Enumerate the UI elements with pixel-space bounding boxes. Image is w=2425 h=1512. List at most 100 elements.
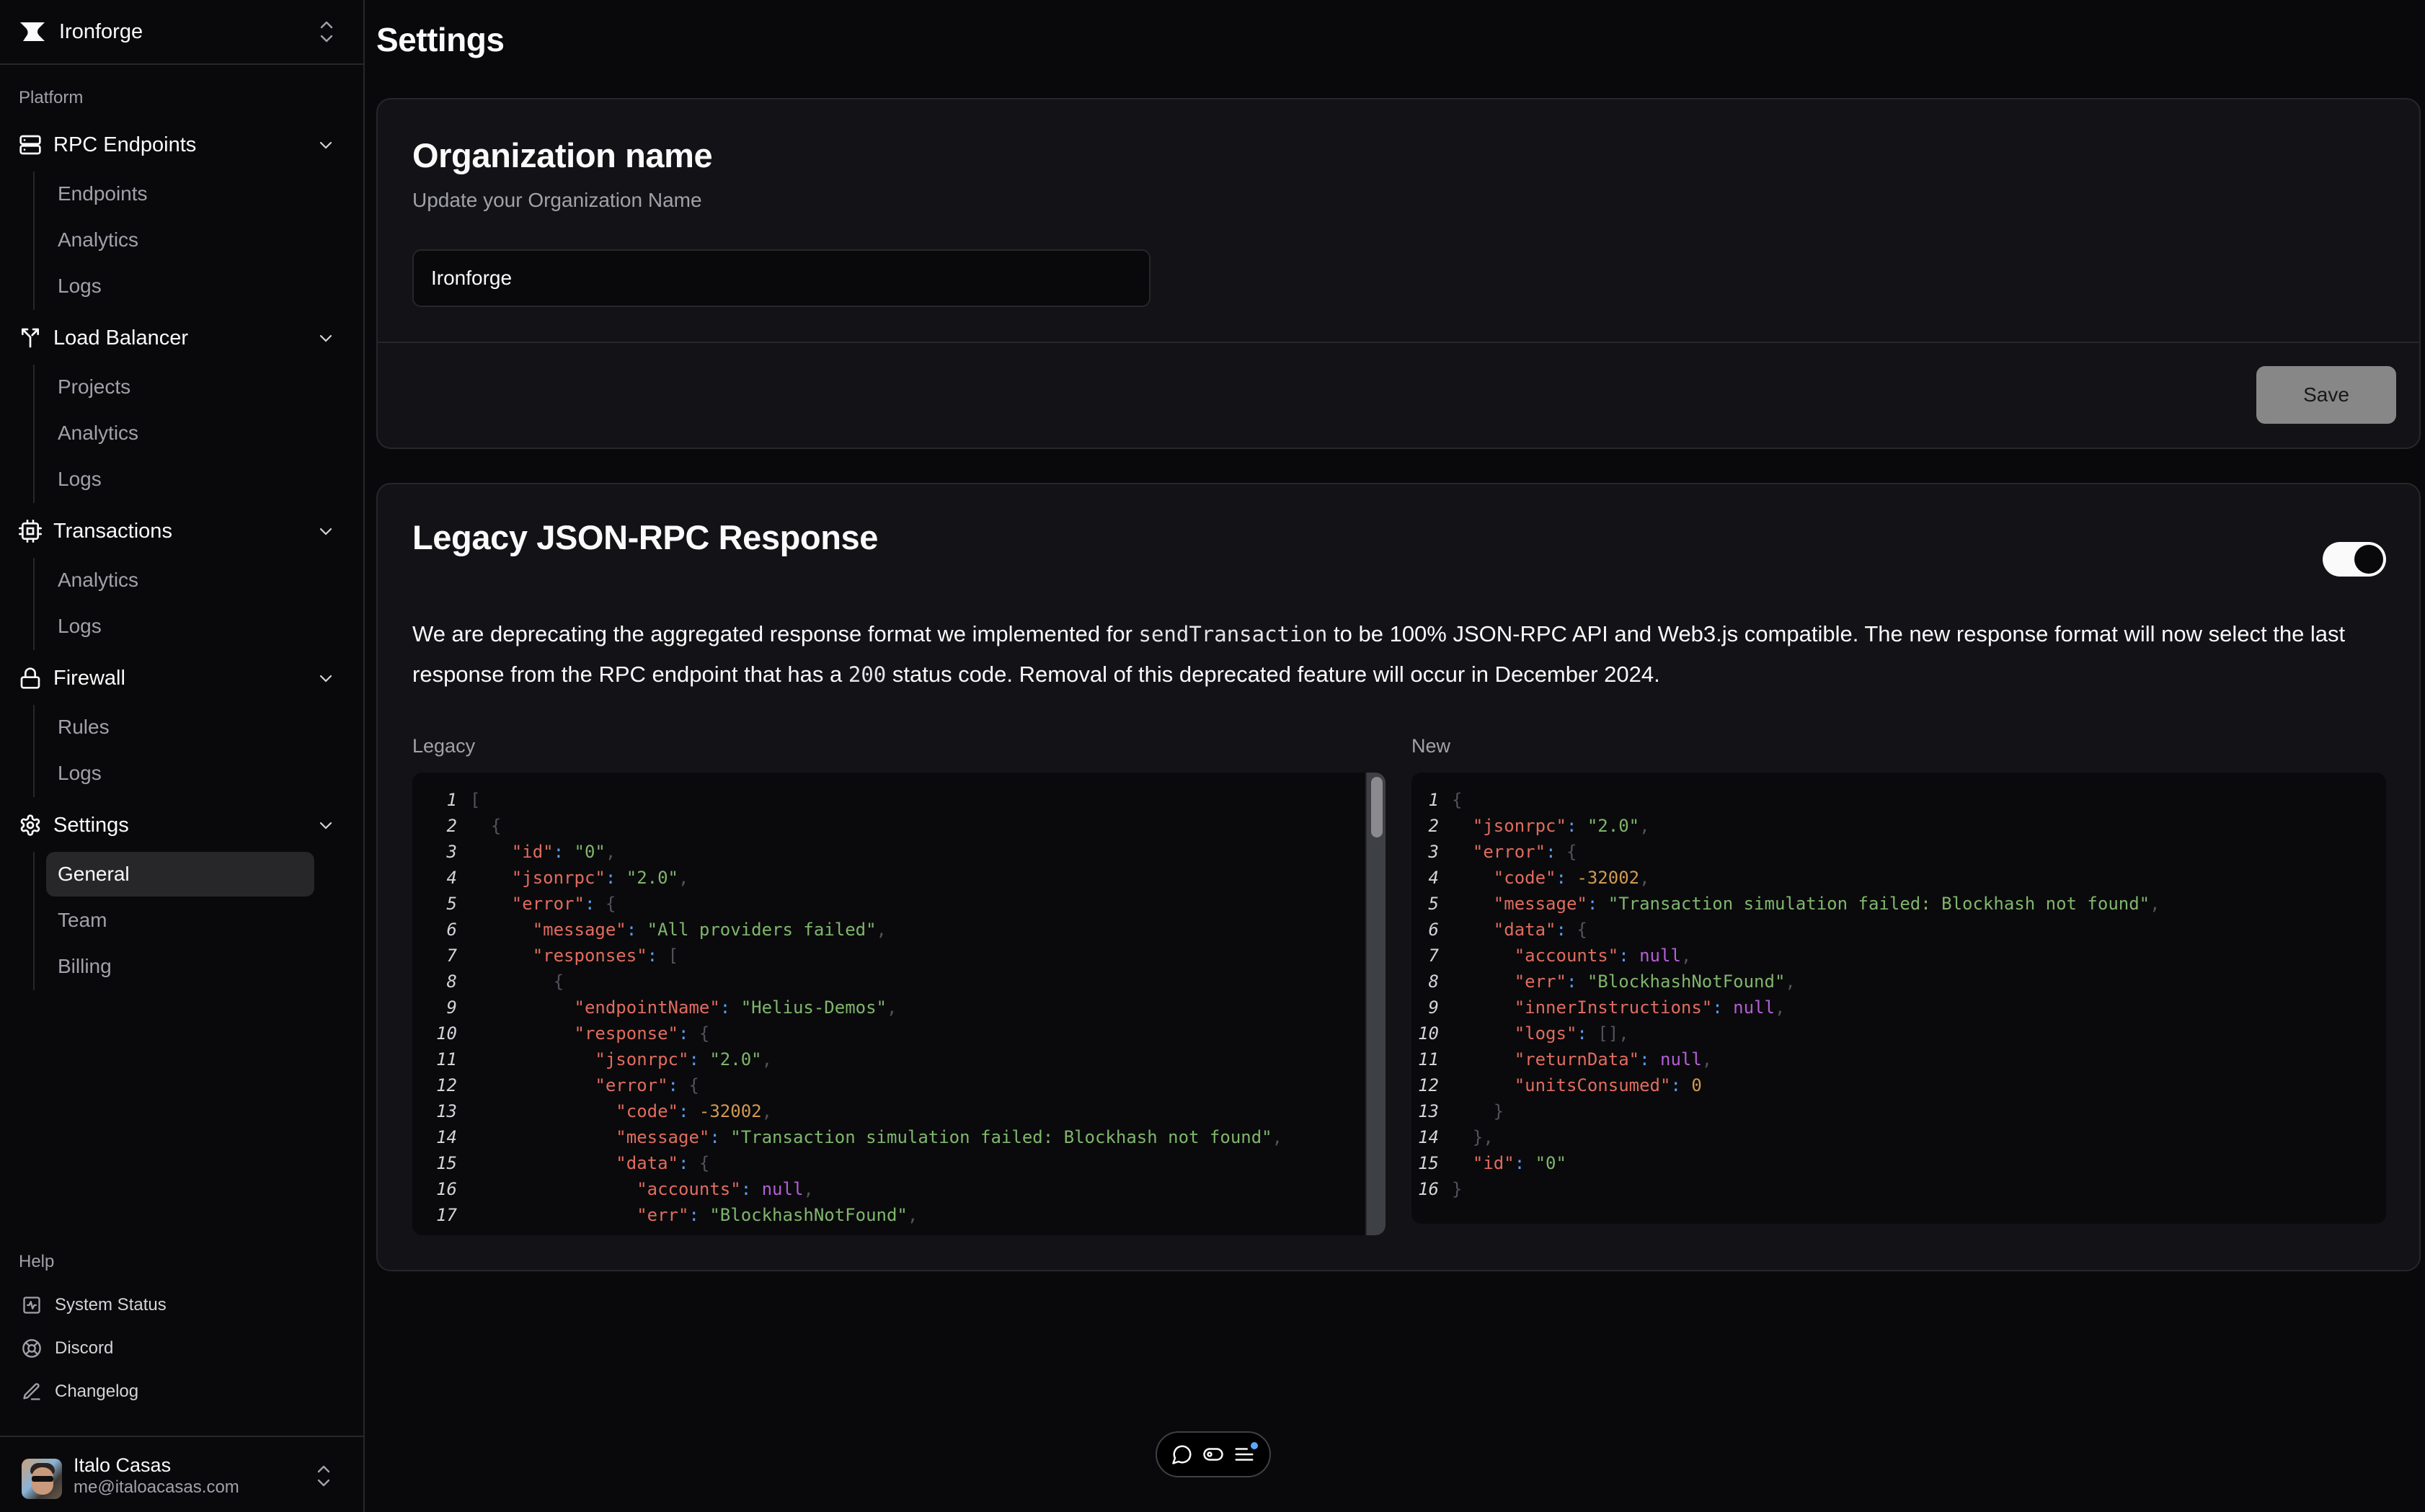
section-label-platform: Platform xyxy=(19,88,84,107)
sidebar-item-rpc-endpoints[interactable]: Endpoints xyxy=(46,172,314,216)
inline-code: 200 xyxy=(848,662,887,687)
nav-rail xyxy=(33,365,35,503)
notification-badge xyxy=(1250,1442,1258,1449)
nav-group-settings[interactable]: Settings xyxy=(0,802,363,848)
sidebar-item-settings-billing[interactable]: Billing xyxy=(46,944,314,989)
help-item-system-status[interactable]: System Status xyxy=(22,1287,167,1323)
code-token-colon: : xyxy=(1618,946,1640,966)
avatar xyxy=(22,1459,62,1499)
code-token-num: -32002 xyxy=(699,1101,762,1121)
code-token-str: "2.0" xyxy=(626,868,678,888)
menu-button[interactable] xyxy=(1233,1442,1258,1465)
ironforge-logo-icon xyxy=(20,22,45,41)
code-token-colon: : xyxy=(1670,1075,1692,1095)
code-token-colon: : xyxy=(719,997,741,1018)
code-token-sp xyxy=(1452,1049,1515,1069)
legacy-response-toggle[interactable] xyxy=(2323,542,2386,577)
sidebar-item-lb-projects[interactable]: Projects xyxy=(46,365,314,409)
save-button[interactable]: Save xyxy=(2256,366,2396,424)
code-token-sp xyxy=(1452,894,1494,914)
code-line: 17 "err": "BlockhashNotFound", xyxy=(412,1202,1282,1228)
org-switcher[interactable]: Ironforge xyxy=(0,0,363,65)
code-token-punct: [ xyxy=(470,790,481,810)
code-line: 3 "error": { xyxy=(1411,839,2160,865)
sidebar-item-fw-rules[interactable]: Rules xyxy=(46,705,314,750)
code-token-colon: : xyxy=(1712,997,1734,1018)
code-text: } xyxy=(1452,1176,1462,1202)
code-token-punct: , xyxy=(1785,971,1796,992)
code-line: 7 "responses": [ xyxy=(412,943,1282,969)
sidebar-item-rpc-logs[interactable]: Logs xyxy=(46,264,314,308)
code-token-key: "jsonrpc" xyxy=(1472,816,1566,836)
code-text: "message": "All providers failed", xyxy=(470,917,887,943)
line-number: 3 xyxy=(1428,842,1439,862)
code-token-punct: { xyxy=(490,816,502,836)
code-token-sp xyxy=(470,1075,595,1095)
nav-group-rpc-endpoints[interactable]: RPC Endpoints xyxy=(0,122,363,168)
line-number: 12 xyxy=(436,1075,457,1095)
sidebar-item-settings-general[interactable]: General xyxy=(46,852,314,897)
nav-rail xyxy=(33,705,35,797)
sidebar-item-tx-logs[interactable]: Logs xyxy=(46,604,314,649)
toggle-knob xyxy=(2354,545,2383,574)
card-title: Legacy JSON-RPC Response xyxy=(412,518,878,556)
code-line: 9 "endpointName": "Helius-Demos", xyxy=(412,995,1282,1020)
toggle-view-icon xyxy=(1203,1448,1223,1461)
code-token-key: "jsonrpc" xyxy=(511,868,606,888)
new-code-block[interactable]: 1{2 "jsonrpc": "2.0", 3 "error": {4 "code… xyxy=(1411,773,2386,1224)
comment-button[interactable] xyxy=(1171,1444,1193,1465)
code-token-punct: } xyxy=(1452,1179,1463,1199)
user-email: me@italoacasas.com xyxy=(74,1477,239,1497)
new-label: New xyxy=(1411,735,1451,757)
line-number: 1 xyxy=(446,790,457,810)
legacy-code-block[interactable]: 1[2 {3 "id": "0", 4 "jsonrpc": "2.0", 5 "e… xyxy=(412,773,1386,1235)
nav-group-firewall[interactable]: Firewall xyxy=(0,655,363,701)
sidebar-item-settings-team[interactable]: Team xyxy=(46,898,314,943)
code-text: { xyxy=(470,813,501,839)
legacy-label: Legacy xyxy=(412,735,476,757)
deprecation-description: We are deprecating the aggregated respon… xyxy=(412,614,2402,695)
code-line: 1{ xyxy=(1411,787,2160,813)
code-text: { xyxy=(1452,787,1462,813)
user-menu[interactable]: Italo Casas me@italoacasas.com xyxy=(0,1436,363,1512)
code-text: "endpointName": "Helius-Demos", xyxy=(470,995,897,1020)
sidebar-item-lb-analytics[interactable]: Analytics xyxy=(46,411,314,455)
code-token-punct: , xyxy=(887,997,897,1018)
sidebar-item-tx-analytics[interactable]: Analytics xyxy=(46,558,314,602)
sidebar-item-rpc-analytics[interactable]: Analytics xyxy=(46,218,314,262)
toggle-view-button[interactable] xyxy=(1202,1444,1224,1465)
line-number: 2 xyxy=(1428,816,1439,836)
code-token-colon: : xyxy=(647,946,668,966)
scrollbar[interactable] xyxy=(1365,773,1386,1235)
code-token-punct: , xyxy=(1774,997,1786,1018)
line-number: 8 xyxy=(446,971,457,992)
code-token-punct: , xyxy=(1272,1127,1283,1147)
code-text: "error": { xyxy=(470,1072,699,1098)
sidebar-item-fw-logs[interactable]: Logs xyxy=(46,751,314,796)
code-line: 6 "message": "All providers failed", xyxy=(412,917,1282,943)
code-token-colon: : xyxy=(553,842,575,862)
code-token-sp xyxy=(470,868,512,888)
help-item-changelog[interactable]: Changelog xyxy=(22,1374,138,1410)
code-token-sp xyxy=(470,894,512,914)
org-name: Ironforge xyxy=(59,19,143,43)
code-token-key: "error" xyxy=(595,1075,668,1095)
code-text: "accounts": null, xyxy=(1452,943,1692,969)
code-line: 2 { xyxy=(412,813,1282,839)
line-number: 2 xyxy=(446,816,457,836)
code-token-sp xyxy=(1452,946,1515,966)
code-token-sp xyxy=(470,842,512,862)
chevron-down-icon xyxy=(319,675,332,682)
line-number: 17 xyxy=(436,1205,457,1225)
nav-group-load-balancer[interactable]: Load Balancer xyxy=(0,315,363,361)
sidebar-item-lb-logs[interactable]: Logs xyxy=(46,457,314,502)
floating-toolbar xyxy=(1156,1431,1271,1477)
code-line: 8 { xyxy=(412,969,1282,995)
line-number: 16 xyxy=(1418,1179,1439,1199)
scrollbar-thumb[interactable] xyxy=(1371,777,1383,837)
help-item-discord[interactable]: Discord xyxy=(22,1330,113,1366)
organization-name-input[interactable] xyxy=(412,249,1151,307)
line-number: 9 xyxy=(446,997,457,1018)
user-name: Italo Casas xyxy=(74,1454,172,1476)
nav-group-transactions[interactable]: Transactions xyxy=(0,508,363,554)
